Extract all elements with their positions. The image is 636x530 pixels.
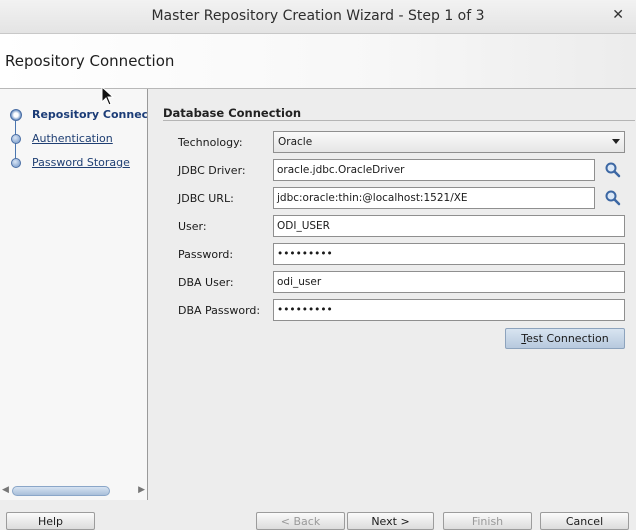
next-button[interactable]: Next > xyxy=(347,512,434,530)
step-repository-connection[interactable]: Repository Connection xyxy=(0,105,147,125)
jdbc-url-field[interactable]: jdbc:oracle:thin:@localhost:1521/XE xyxy=(273,187,595,209)
scroll-right-icon[interactable]: ▶ xyxy=(138,485,145,495)
step-label: Password Storage xyxy=(32,156,130,169)
test-connection-button[interactable]: Test Connection xyxy=(505,328,625,349)
button-bar: Help < Back Next > Finish Cancel xyxy=(0,500,636,530)
help-button[interactable]: Help xyxy=(6,512,95,530)
user-field[interactable]: ODI_USER xyxy=(273,215,625,237)
scroll-thumb[interactable] xyxy=(12,486,110,496)
back-button[interactable]: < Back xyxy=(256,512,345,530)
dba-password-field[interactable]: ••••••••• xyxy=(273,299,625,321)
dba-password-label: DBA Password: xyxy=(178,304,261,317)
jdbc-url-label: JDBC URL: xyxy=(178,192,234,205)
section-divider xyxy=(163,120,635,121)
jdbc-driver-field[interactable]: oracle.jdbc.OracleDriver xyxy=(273,159,595,181)
password-label: Password: xyxy=(178,248,234,261)
main-panel: Database Connection Technology: Oracle J… xyxy=(148,89,636,500)
jdbc-driver-label: JDBC Driver: xyxy=(178,164,246,177)
step-icon xyxy=(11,158,21,168)
technology-select[interactable]: Oracle xyxy=(273,131,625,153)
mouse-pointer-icon xyxy=(101,86,115,106)
technology-label: Technology: xyxy=(178,136,243,149)
window-title: Master Repository Creation Wizard - Step… xyxy=(151,8,485,24)
wizard-header: Repository Connection xyxy=(0,34,636,89)
scroll-left-icon[interactable]: ◀ xyxy=(2,485,9,495)
search-driver-icon[interactable] xyxy=(604,161,622,179)
chevron-down-icon xyxy=(612,139,620,144)
section-title: Database Connection xyxy=(163,106,302,120)
cancel-button[interactable]: Cancel xyxy=(540,512,629,530)
technology-value: Oracle xyxy=(278,136,313,148)
steps-horizontal-scrollbar[interactable]: ◀ ▶ xyxy=(2,485,145,497)
password-field[interactable]: ••••••••• xyxy=(273,243,625,265)
title-bar: Master Repository Creation Wizard - Step… xyxy=(0,0,636,34)
steps-list: Repository Connection Authentication Pas… xyxy=(0,89,147,169)
page-title: Repository Connection xyxy=(5,52,175,70)
user-label: User: xyxy=(178,220,207,233)
current-step-icon xyxy=(10,109,22,121)
step-icon xyxy=(11,134,21,144)
close-icon[interactable]: ✕ xyxy=(612,7,624,23)
step-label: Repository Connection xyxy=(32,108,147,121)
step-password-storage[interactable]: Password Storage xyxy=(0,153,147,169)
step-authentication[interactable]: Authentication xyxy=(0,129,147,149)
dba-user-field[interactable]: odi_user xyxy=(273,271,625,293)
search-url-icon[interactable] xyxy=(604,189,622,207)
step-label: Authentication xyxy=(32,132,113,145)
test-label-rest: est Connection xyxy=(526,332,609,345)
dba-user-label: DBA User: xyxy=(178,276,234,289)
steps-pane: Repository Connection Authentication Pas… xyxy=(0,89,148,500)
finish-button[interactable]: Finish xyxy=(443,512,532,530)
